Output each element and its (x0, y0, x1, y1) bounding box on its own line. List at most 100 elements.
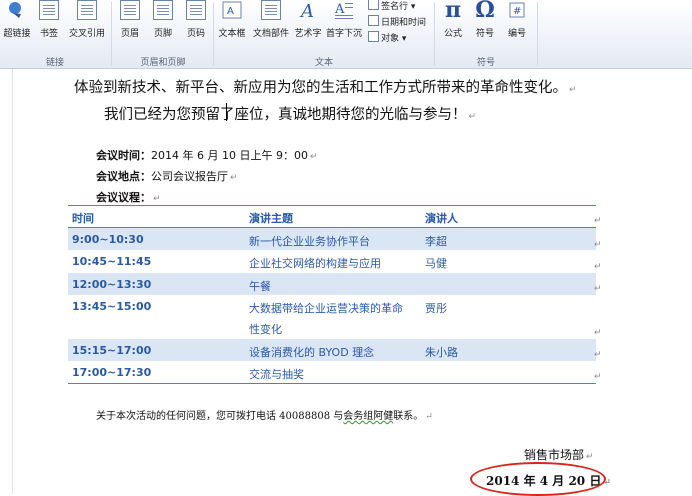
row-time: 9:00~10:30 (72, 233, 144, 246)
row-end-mark: ↵ (594, 328, 602, 338)
hyperlink-icon (7, 0, 27, 20)
row-topic: 午餐 (249, 280, 271, 293)
drop-cap-button[interactable]: A 首字下沉 (325, 0, 363, 39)
contact-note-pre: 关于本次活动的任何问题，您可拨打电话 40088808 与 (96, 411, 344, 422)
department-name: 销售市场部 (524, 448, 585, 462)
header-footer-group-label: 页眉和页脚 (140, 58, 186, 68)
hyperlink-button[interactable]: 超链接 (2, 0, 32, 39)
symbols-group-label: 符号 (476, 58, 495, 68)
row-end-mark: ↵ (594, 262, 602, 272)
divider (537, 2, 538, 66)
row-time: 13:45~15:00 (72, 300, 152, 313)
red-highlight-ellipse (470, 462, 606, 496)
row-topic: 交流与抽奖 (249, 368, 304, 381)
date-time-label: 日期和时间 (381, 18, 427, 28)
equation-button[interactable]: π 公式 (438, 0, 468, 39)
department-signature: 销售市场部 ↵ (524, 446, 594, 463)
row-speaker: 贾彤 (425, 302, 447, 315)
header-time: 时间 (72, 212, 94, 225)
paragraph-mark: ↵ (586, 452, 594, 462)
textbox-button[interactable]: A 文本框 (215, 0, 249, 39)
calendar-icon (368, 15, 379, 26)
textbox-icon: A (222, 0, 242, 20)
row-topic-continued: 性变化 (249, 323, 282, 336)
row-topic: 企业社交网络的构建与应用 (249, 257, 381, 270)
row-end-mark: ↵ (594, 350, 602, 360)
meeting-place-value: 公司会议报告厅 (151, 170, 228, 183)
table-row: 9:00~10:30 新一代企业业务协作平台 李超 (68, 228, 596, 250)
paragraph-mark: ↵ (425, 412, 433, 422)
page-edge (12, 69, 13, 494)
table-row: 13:45~15:00 大数据带给企业运营决策的革命 贾彤 性变化 (68, 295, 596, 339)
svg-text:A: A (299, 1, 314, 20)
row-speaker: 朱小路 (425, 346, 458, 359)
header-icon (120, 0, 140, 20)
contact-note-post: 联系。 (393, 411, 424, 422)
header-button[interactable]: 页眉 (115, 0, 145, 39)
signature-icon (368, 0, 379, 10)
row-speaker: 李超 (425, 235, 447, 248)
table-bottom-rule (68, 383, 596, 384)
text-group-label: 文本 (314, 58, 333, 68)
wordart-icon: A (298, 0, 318, 22)
footer-icon (153, 0, 173, 20)
row-topic: 设备消费化的 BYOD 理念 (249, 346, 375, 359)
cross-reference-button[interactable]: 交叉引用 (66, 0, 108, 39)
pi-icon: π (444, 0, 462, 23)
wordart-button[interactable]: A 艺术字 (292, 0, 324, 39)
quick-parts-label: 文档部件 (252, 29, 289, 39)
row-time: 10:45~11:45 (72, 255, 152, 268)
row-end-mark: ↵ (594, 216, 602, 226)
row-topic: 新一代企业业务协作平台 (249, 235, 370, 248)
cross-reference-icon (77, 0, 97, 20)
row-speaker: 马健 (425, 257, 447, 270)
contact-note-name: 会务组阿健 (343, 411, 394, 422)
signature-line-label: 签名行 ▾ (381, 2, 416, 12)
object-button[interactable]: 对象 ▾ (368, 31, 406, 44)
row-end-mark: ↵ (594, 372, 602, 382)
table-row: 12:00~13:30 午餐 (68, 273, 596, 295)
header-topic: 演讲主题 (249, 212, 293, 225)
hash-glyph: # (513, 6, 521, 17)
signature-line-button[interactable]: 签名行 ▾ (368, 0, 415, 12)
table-header-row: 时间 演讲主题 演讲人 (68, 205, 596, 227)
divider (434, 2, 435, 66)
textbox-label: 文本框 (218, 29, 246, 39)
bookmark-button[interactable]: 书签 (36, 0, 62, 39)
row-time: 17:00~17:30 (72, 366, 152, 379)
paragraph-mark: ↵ (153, 194, 161, 204)
page-number-icon (186, 0, 206, 20)
quick-parts-icon (261, 0, 281, 20)
date-time-button[interactable]: 日期和时间 (368, 15, 426, 28)
object-icon (368, 31, 379, 42)
paragraph-mark: ↵ (468, 112, 477, 122)
meeting-place: 会议地点：公司会议报告厅 ↵ (96, 168, 238, 184)
intro-line-2-text: 我们已经为您预留了座位，真诚地期待您的光临与参与！ (104, 107, 467, 123)
header-speaker: 演讲人 (425, 212, 458, 225)
hyperlink-label: 超链接 (3, 29, 31, 39)
svg-text:A: A (334, 2, 345, 17)
meeting-time-label: 会议时间： (96, 149, 151, 162)
divider (111, 2, 112, 66)
symbol-label: 符号 (475, 29, 494, 39)
symbol-button[interactable]: Ω 符号 (470, 0, 500, 39)
drop-cap-label: 首字下沉 (325, 29, 362, 39)
text-cursor (226, 103, 227, 121)
table-header-rule (68, 227, 596, 228)
intro-line-1-text: 体验到新技术、新平台、新应用为您的生活和工作方式所带来的革命性变化。 (74, 80, 567, 96)
numbering-icon: # (507, 0, 527, 20)
row-end-mark: ↵ (594, 240, 602, 250)
bookmark-icon (39, 0, 59, 20)
quick-parts-button[interactable]: 文档部件 (251, 0, 291, 39)
numbering-button[interactable]: # 编号 (502, 0, 532, 39)
cross-reference-label: 交叉引用 (68, 29, 105, 39)
ribbon-insert-tab: 超链接 书签 交叉引用 链接 页眉 页脚 页码 页眉和页脚 A 文本框 文档部件… (0, 0, 692, 69)
page-number-button[interactable]: 页码 (181, 0, 211, 39)
footer-button[interactable]: 页脚 (148, 0, 178, 39)
svg-text:A: A (227, 6, 234, 17)
header-label: 页眉 (120, 29, 139, 39)
contact-note: 关于本次活动的任何问题，您可拨打电话 40088808 与会务组阿健联系。 ↵ (96, 407, 433, 422)
intro-line-2: 我们已经为您预留了座位，真诚地期待您的光临与参与！ ↵ (104, 103, 476, 124)
agenda-heading: 会议议程： ↵ (96, 189, 161, 205)
numbering-label: 编号 (507, 29, 526, 39)
